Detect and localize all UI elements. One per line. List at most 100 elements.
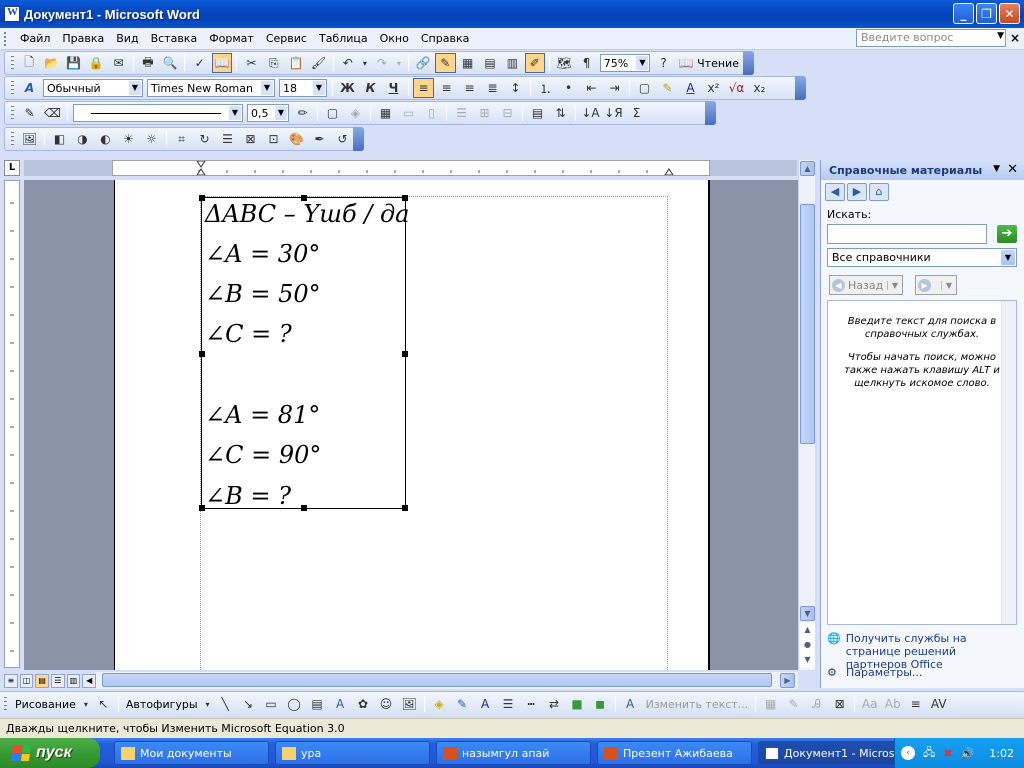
redo-icon[interactable]: ↷	[372, 53, 392, 73]
align-left-icon[interactable]: ≡	[413, 78, 434, 98]
minimize-button[interactable]: _	[953, 3, 974, 24]
permission-icon[interactable]: 🔒	[86, 53, 106, 73]
picture-icon[interactable]: 🖼	[399, 694, 420, 714]
task-pane-back-icon[interactable]: ◀	[825, 183, 845, 201]
superscript-button[interactable]: x²	[703, 78, 724, 98]
styles-pane-icon[interactable]: A	[19, 78, 40, 98]
scroll-down-arrow-icon[interactable]: ▼	[800, 606, 815, 621]
less-brightness-icon[interactable]: ☼	[141, 129, 162, 149]
diagram-icon[interactable]: ✿	[353, 694, 374, 714]
fill-color-icon[interactable]: ◈	[429, 694, 450, 714]
font-color-icon[interactable]: A	[475, 694, 496, 714]
document-close-button[interactable]: ×	[1010, 31, 1020, 45]
normal-view-icon[interactable]: ≡	[4, 673, 18, 688]
character-spacing-icon[interactable]: AV	[928, 694, 949, 714]
maximize-button[interactable]: ❐	[976, 3, 997, 24]
close-button[interactable]: ✕	[999, 3, 1020, 24]
task-pane-forward-icon[interactable]: ▶	[847, 183, 867, 201]
resize-handle[interactable]	[301, 505, 307, 511]
results-scrollbar[interactable]	[1001, 301, 1016, 624]
vertical-ruler[interactable]	[4, 180, 20, 668]
borders-icon[interactable]: ▢	[634, 78, 655, 98]
format-painter-icon[interactable]: 🖌	[308, 53, 328, 73]
browse-object-icon[interactable]: ●	[800, 638, 815, 653]
results-forward-button[interactable]: ▶ ▼	[915, 275, 957, 295]
justify-icon[interactable]: ≣	[482, 78, 503, 98]
bullets-icon[interactable]: •	[558, 78, 579, 98]
wordart-insert-icon[interactable]: A	[620, 694, 641, 714]
toolbar-options-icon[interactable]	[743, 51, 754, 75]
equation-object[interactable]: ΔABC – Үшб / да ∠A = 30° ∠B = 50° ∠C = ?…	[199, 195, 409, 511]
toolbar-options-icon[interactable]	[705, 101, 716, 125]
oval-tool-icon[interactable]: ◯	[284, 694, 305, 714]
scroll-thumb[interactable]	[800, 204, 815, 444]
sort-ascending-icon[interactable]: ↓A	[580, 103, 601, 123]
arrow-style-icon[interactable]: ⇄	[544, 694, 565, 714]
shading-color-icon[interactable]: ◈	[345, 103, 366, 123]
task-pane-menu-icon[interactable]: ▼	[993, 164, 1000, 174]
increase-indent-icon[interactable]: ⇥	[604, 78, 625, 98]
alignment-icon[interactable]: ≡	[905, 694, 926, 714]
clipart-icon[interactable]: ☺	[376, 694, 397, 714]
menu-format[interactable]: Формат	[203, 32, 260, 45]
line-spacing-icon[interactable]: ↕	[505, 78, 526, 98]
insert-picture-icon[interactable]: 🖼	[19, 129, 40, 149]
format-picture-icon[interactable]: 🎨	[286, 129, 307, 149]
tray-network-icon[interactable]: 🖧	[923, 744, 935, 763]
web-view-icon[interactable]: ◫	[19, 673, 34, 688]
split-cells-icon[interactable]: ▯	[421, 103, 442, 123]
paste-icon[interactable]: 📋	[286, 53, 306, 73]
copy-icon[interactable]: ⎘	[264, 53, 284, 73]
cut-icon[interactable]: ✂	[241, 53, 261, 73]
help-question-input[interactable]: Введите вопрос	[856, 29, 1006, 47]
tray-antivirus-icon[interactable]: ✖	[943, 747, 952, 760]
task-pane-close-icon[interactable]: ✕	[1007, 162, 1018, 177]
draw-menu-button[interactable]: Рисование	[11, 698, 80, 711]
line-weight-select[interactable]: 0,5 ▼	[247, 104, 289, 122]
wordart-icon[interactable]: A	[330, 694, 351, 714]
menu-tools[interactable]: Сервис	[260, 32, 313, 45]
outline-view-icon[interactable]: ☰	[51, 673, 65, 688]
resize-handle[interactable]	[199, 351, 205, 357]
taskbar-item-presentation-2[interactable]: Презент Ажибаева	[597, 741, 752, 765]
subscript-button[interactable]: x₂	[749, 78, 770, 98]
compress-icon[interactable]: ⊠	[240, 129, 261, 149]
next-page-icon[interactable]: ▼	[800, 653, 815, 668]
save-icon[interactable]: 💾	[64, 53, 84, 73]
draw-table-icon[interactable]: ✎	[19, 103, 40, 123]
tray-volume-icon[interactable]: 🔊	[960, 747, 974, 760]
text-box-icon[interactable]: ▤	[307, 694, 328, 714]
tray-expand-icon[interactable]: ‹	[901, 746, 915, 760]
arrow-tool-icon[interactable]: ↘	[238, 694, 259, 714]
spelling-icon[interactable]: ✓	[189, 53, 209, 73]
line-style-icon[interactable]: ☰	[217, 129, 238, 149]
less-contrast-icon[interactable]: ◐	[95, 129, 116, 149]
line-tool-icon[interactable]: ╲	[215, 694, 236, 714]
insert-table-icon[interactable]: ▦	[375, 103, 396, 123]
draw-dropdown-icon[interactable]: ▾	[81, 694, 91, 714]
distribute-columns-icon[interactable]: ⊟	[497, 103, 518, 123]
resize-handle[interactable]	[402, 351, 408, 357]
toolbar-grip[interactable]	[11, 105, 14, 121]
numbering-icon[interactable]: ⒈	[535, 78, 556, 98]
text-wrapping-icon[interactable]: ⊠	[829, 694, 850, 714]
contrast-icon[interactable]: ◑	[72, 129, 93, 149]
underline-button[interactable]: Ч	[383, 78, 404, 98]
print-layout-icon[interactable]: ▤	[35, 673, 50, 688]
rotate-icon[interactable]: ↻	[194, 129, 215, 149]
toolbar-grip[interactable]	[11, 131, 14, 147]
taskbar-item-my-documents[interactable]: Мои документы	[114, 741, 269, 765]
line-color-icon[interactable]: ✎	[452, 694, 473, 714]
distribute-rows-icon[interactable]: ⊞	[474, 103, 495, 123]
tables-borders-icon[interactable]: ✎	[435, 53, 456, 73]
toolbar-options-icon[interactable]	[795, 76, 806, 100]
merge-cells-icon[interactable]: ▭	[398, 103, 419, 123]
menu-grip[interactable]	[4, 31, 8, 46]
line-style-select[interactable]: ▼	[73, 104, 243, 122]
reference-source-select[interactable]: Все справочники ▼	[827, 248, 1017, 267]
document-horizontal-scrollbar[interactable]: ▶	[96, 672, 798, 689]
color-icon[interactable]: ◧	[49, 129, 70, 149]
sort-descending-icon[interactable]: ↓Я	[603, 103, 624, 123]
print-preview-icon[interactable]: 🔍	[160, 53, 180, 73]
reading-view-icon[interactable]: ▥	[66, 673, 81, 688]
